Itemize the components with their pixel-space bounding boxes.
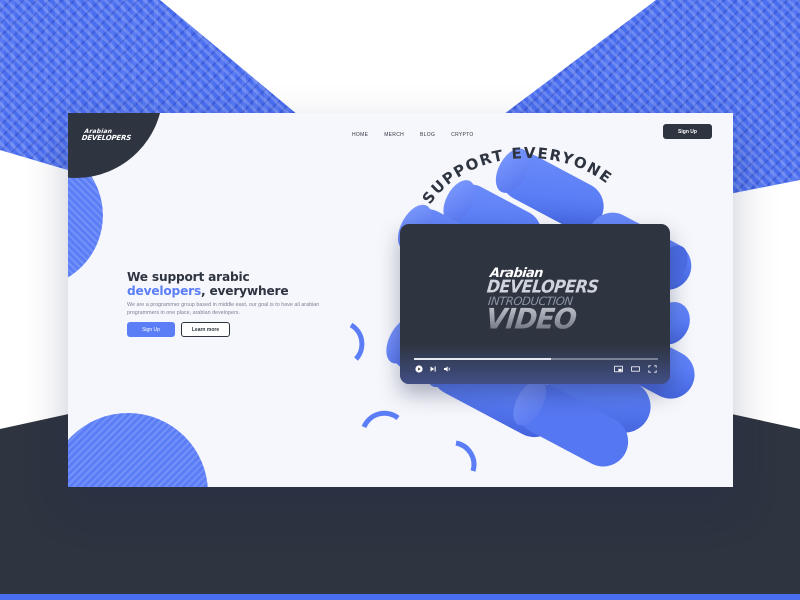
video-progress-fill bbox=[414, 358, 551, 360]
theater-mode-icon[interactable] bbox=[630, 364, 640, 373]
decorative-arc-bottom-right bbox=[455, 440, 477, 472]
play-icon[interactable] bbox=[414, 364, 423, 373]
fullscreen-icon[interactable] bbox=[647, 364, 657, 373]
skip-next-icon[interactable] bbox=[428, 364, 437, 373]
video-progress-bar[interactable] bbox=[414, 358, 658, 360]
volume-icon[interactable] bbox=[442, 364, 452, 373]
video-player[interactable]: Arabian DEVELOPERS INTRODUCTION VIDEO bbox=[400, 224, 670, 384]
miniplayer-icon[interactable] bbox=[613, 364, 623, 373]
background-accent-strip bbox=[0, 594, 800, 600]
video-title-video: VIDEO bbox=[484, 303, 578, 336]
landing-page-mockup: Arabian DEVELOPERS HOME MERCH BLOG CRYPT… bbox=[68, 113, 733, 487]
decorative-arc-bottom bbox=[361, 410, 400, 429]
decorative-arc-left bbox=[349, 322, 365, 361]
